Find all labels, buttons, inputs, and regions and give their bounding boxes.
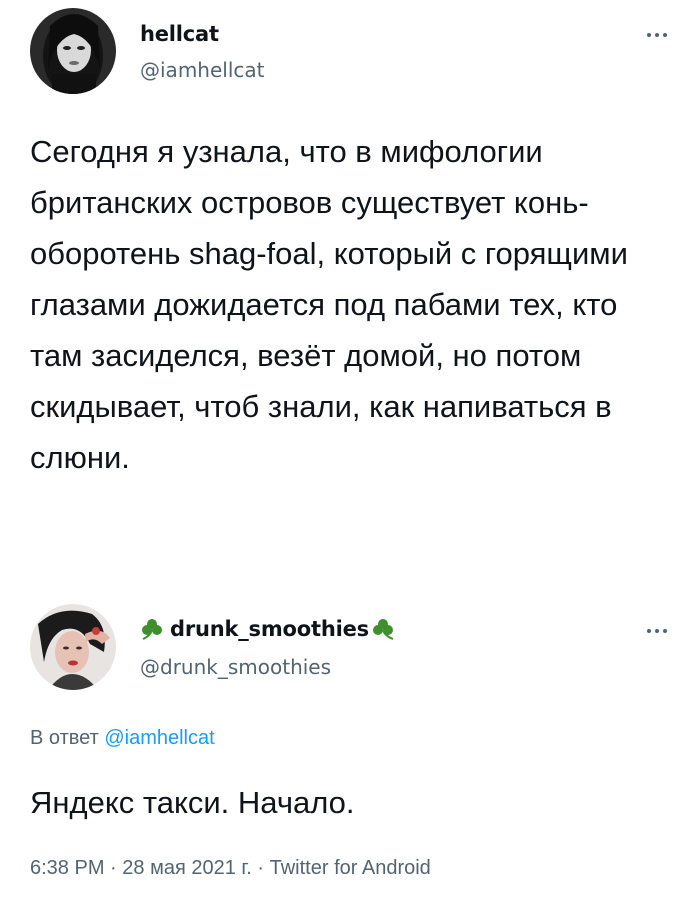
reply-prefix: В ответ xyxy=(30,727,99,749)
tweet-source[interactable]: Twitter for Android xyxy=(270,857,431,879)
author-name: drunk_smoothies xyxy=(170,617,369,641)
shamrock-icon xyxy=(372,619,394,640)
tweet-date[interactable]: 28 мая 2021 г. xyxy=(122,857,252,879)
author-handle[interactable]: @iamhellcat xyxy=(140,58,264,82)
avatar[interactable] xyxy=(30,604,116,690)
more-options-icon[interactable] xyxy=(642,626,672,636)
separator: · xyxy=(110,857,117,879)
tweet-time[interactable]: 6:38 PM xyxy=(30,857,104,879)
author-name[interactable]: hellcat xyxy=(140,22,219,46)
reply-mention-link[interactable]: @iamhellcat xyxy=(104,727,214,749)
reply-tweet: drunk_smoothies @drunk_smoothies В ответ… xyxy=(0,590,700,905)
avatar-image xyxy=(30,8,116,94)
shamrock-icon xyxy=(142,619,162,640)
author-name-row[interactable]: drunk_smoothies xyxy=(140,617,399,641)
tweet-text: Сегодня я узнала, что в мифологии британ… xyxy=(30,134,628,475)
separator: · xyxy=(257,857,265,879)
replying-to: В ответ @iamhellcat xyxy=(30,727,215,750)
tweet-text: Яндекс такси. Начало. xyxy=(30,785,355,820)
avatar[interactable] xyxy=(30,8,116,94)
more-options-icon[interactable] xyxy=(642,30,672,40)
author-handle[interactable]: @drunk_smoothies xyxy=(140,655,331,679)
avatar-image xyxy=(30,604,116,690)
original-tweet: hellcat @iamhellcat Сегодня я узнала, чт… xyxy=(0,0,700,590)
tweet-metadata: 6:38 PM · 28 мая 2021 г. · Twitter for A… xyxy=(30,857,431,880)
